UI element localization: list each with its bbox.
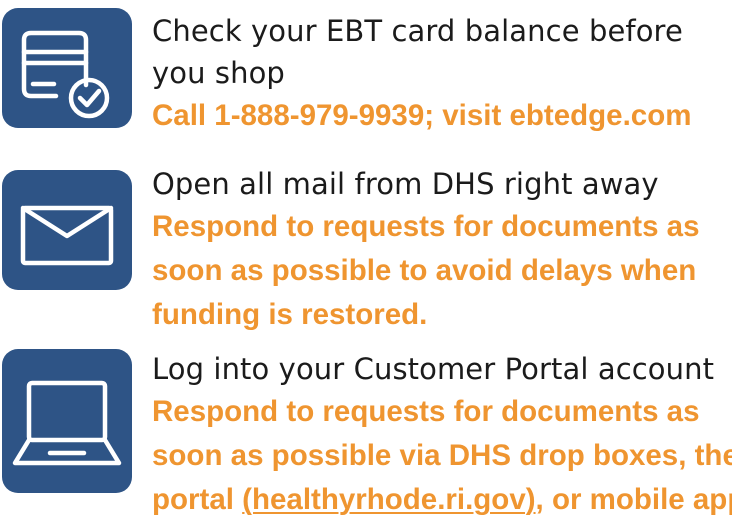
tip-body-line: funding is restored. [152, 298, 428, 331]
tip-body-line: Respond to requests for documents as [152, 395, 700, 428]
tip-heading-line: Check your EBT card balance before [152, 14, 683, 48]
tip-body-line: soon as possible via DHS drop boxes, the [152, 439, 732, 472]
laptop-icon [2, 349, 132, 493]
tip-body-line: Call 1-888-979-9939; visit ebtedge.com [152, 99, 692, 132]
tip-body-line-with-link: portal (healthyrhode.ri.gov), or mobile … [152, 478, 732, 522]
tip-body-suffix: , or mobile app [535, 483, 732, 516]
tip-heading-line: you shop [152, 56, 285, 90]
tip-text-mail: Open all mail from DHS right away Respon… [152, 163, 732, 337]
tip-heading-line: Log into your Customer Portal account [152, 352, 715, 386]
tip-text-ebt: Check your EBT card balance before you s… [152, 10, 732, 138]
credit-card-check-icon [2, 8, 132, 128]
tip-text-portal: Log into your Customer Portal account Re… [152, 348, 732, 522]
tip-body-line: soon as possible to avoid delays when [152, 254, 697, 287]
envelope-icon [2, 170, 132, 290]
tip-body-prefix: portal [152, 483, 243, 516]
tip-heading-line: Open all mail from DHS right away [152, 167, 659, 201]
healthyrhode-link[interactable]: (healthyrhode.ri.gov) [242, 483, 535, 516]
tip-body-line: Respond to requests for documents as [152, 210, 700, 243]
